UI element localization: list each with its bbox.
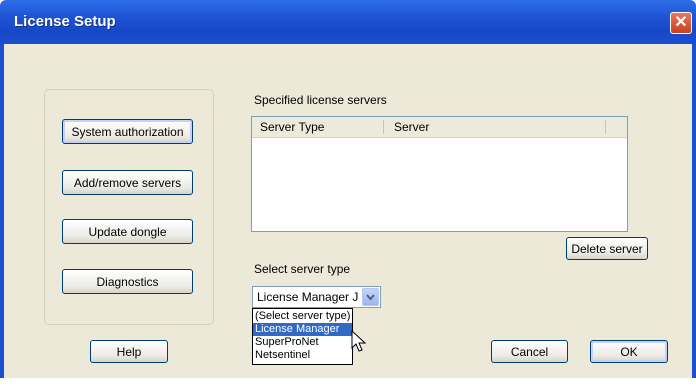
column-separator[interactable] <box>605 120 606 134</box>
license-setup-window: License Setup ✕ System authorization Add… <box>0 0 696 387</box>
cancel-button[interactable]: Cancel <box>491 340 568 363</box>
diagnostics-button[interactable]: Diagnostics <box>62 269 193 294</box>
bottom-edge <box>0 378 696 387</box>
add-remove-servers-button[interactable]: Add/remove servers <box>62 170 193 195</box>
column-header-server[interactable]: Server <box>394 120 429 134</box>
column-separator[interactable] <box>383 120 384 134</box>
option-select-server-type[interactable]: (Select server type) <box>253 310 352 323</box>
close-icon[interactable]: ✕ <box>670 12 692 34</box>
option-license-manager[interactable]: License Manager <box>253 323 352 336</box>
help-button[interactable]: Help <box>90 340 168 363</box>
server-type-selected-value: License Manager J <box>257 290 359 304</box>
delete-server-button[interactable]: Delete server <box>566 237 648 260</box>
server-type-select[interactable]: License Manager J <box>252 286 381 308</box>
mouse-cursor-icon <box>351 330 367 352</box>
chevron-down-icon[interactable] <box>362 288 379 306</box>
specified-servers-label: Specified license servers <box>254 93 387 107</box>
list-header: Server Type Server <box>252 117 627 138</box>
column-header-server-type[interactable]: Server Type <box>260 120 324 134</box>
option-netsentinel[interactable]: Netsentinel <box>253 349 352 362</box>
window-title: License Setup <box>14 13 116 30</box>
server-type-dropdown-list: (Select server type) License Manager Sup… <box>252 308 353 365</box>
license-servers-list[interactable]: Server Type Server <box>251 116 628 232</box>
option-superpronet[interactable]: SuperProNet <box>253 336 352 349</box>
system-authorization-button[interactable]: System authorization <box>62 119 193 144</box>
ok-button[interactable]: OK <box>590 340 668 363</box>
update-dongle-button[interactable]: Update dongle <box>62 219 193 244</box>
select-server-type-label: Select server type <box>254 262 351 276</box>
title-bar[interactable]: License Setup ✕ <box>0 0 696 44</box>
